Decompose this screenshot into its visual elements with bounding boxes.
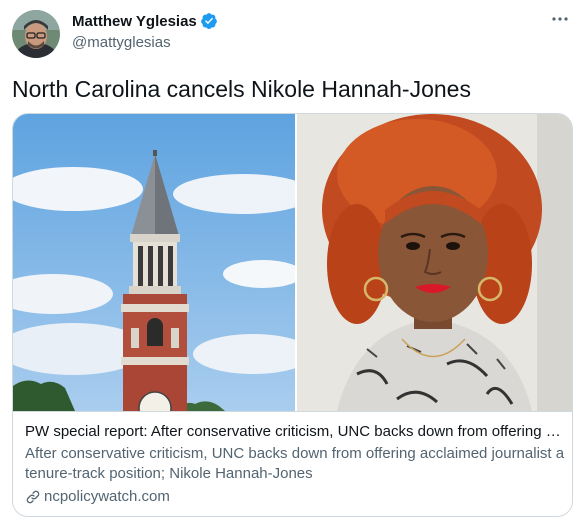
card-body[interactable]: PW special report: After conservative cr… <box>13 411 572 516</box>
card-title[interactable]: PW special report: After conservative cr… <box>25 422 562 442</box>
card-domain-text[interactable]: ncpolicywatch.com <box>44 487 170 507</box>
card-image[interactable] <box>13 114 572 411</box>
verified-badge-icon <box>200 12 218 30</box>
card-domain[interactable]: ncpolicywatch.com <box>25 487 562 507</box>
handle[interactable]: @mattyglesias <box>72 33 218 53</box>
link-card[interactable]: PW special report: After conservative cr… <box>12 113 573 517</box>
avatar[interactable] <box>12 10 60 58</box>
portrait-photo <box>297 114 572 411</box>
more-icon[interactable] <box>549 8 571 30</box>
display-name[interactable]: Matthew Yglesias <box>72 13 197 30</box>
author-info[interactable]: Matthew Yglesias @mattyglesias <box>72 11 218 53</box>
bell-tower-photo <box>13 114 295 411</box>
link-icon <box>25 489 41 505</box>
card-description[interactable]: After conservative criticism, UNC backs … <box>25 444 570 484</box>
tweet[interactable]: Matthew Yglesias @mattyglesias North Car… <box>0 0 585 524</box>
tweet-text: North Carolina cancels Nikole Hannah-Jon… <box>12 76 471 102</box>
